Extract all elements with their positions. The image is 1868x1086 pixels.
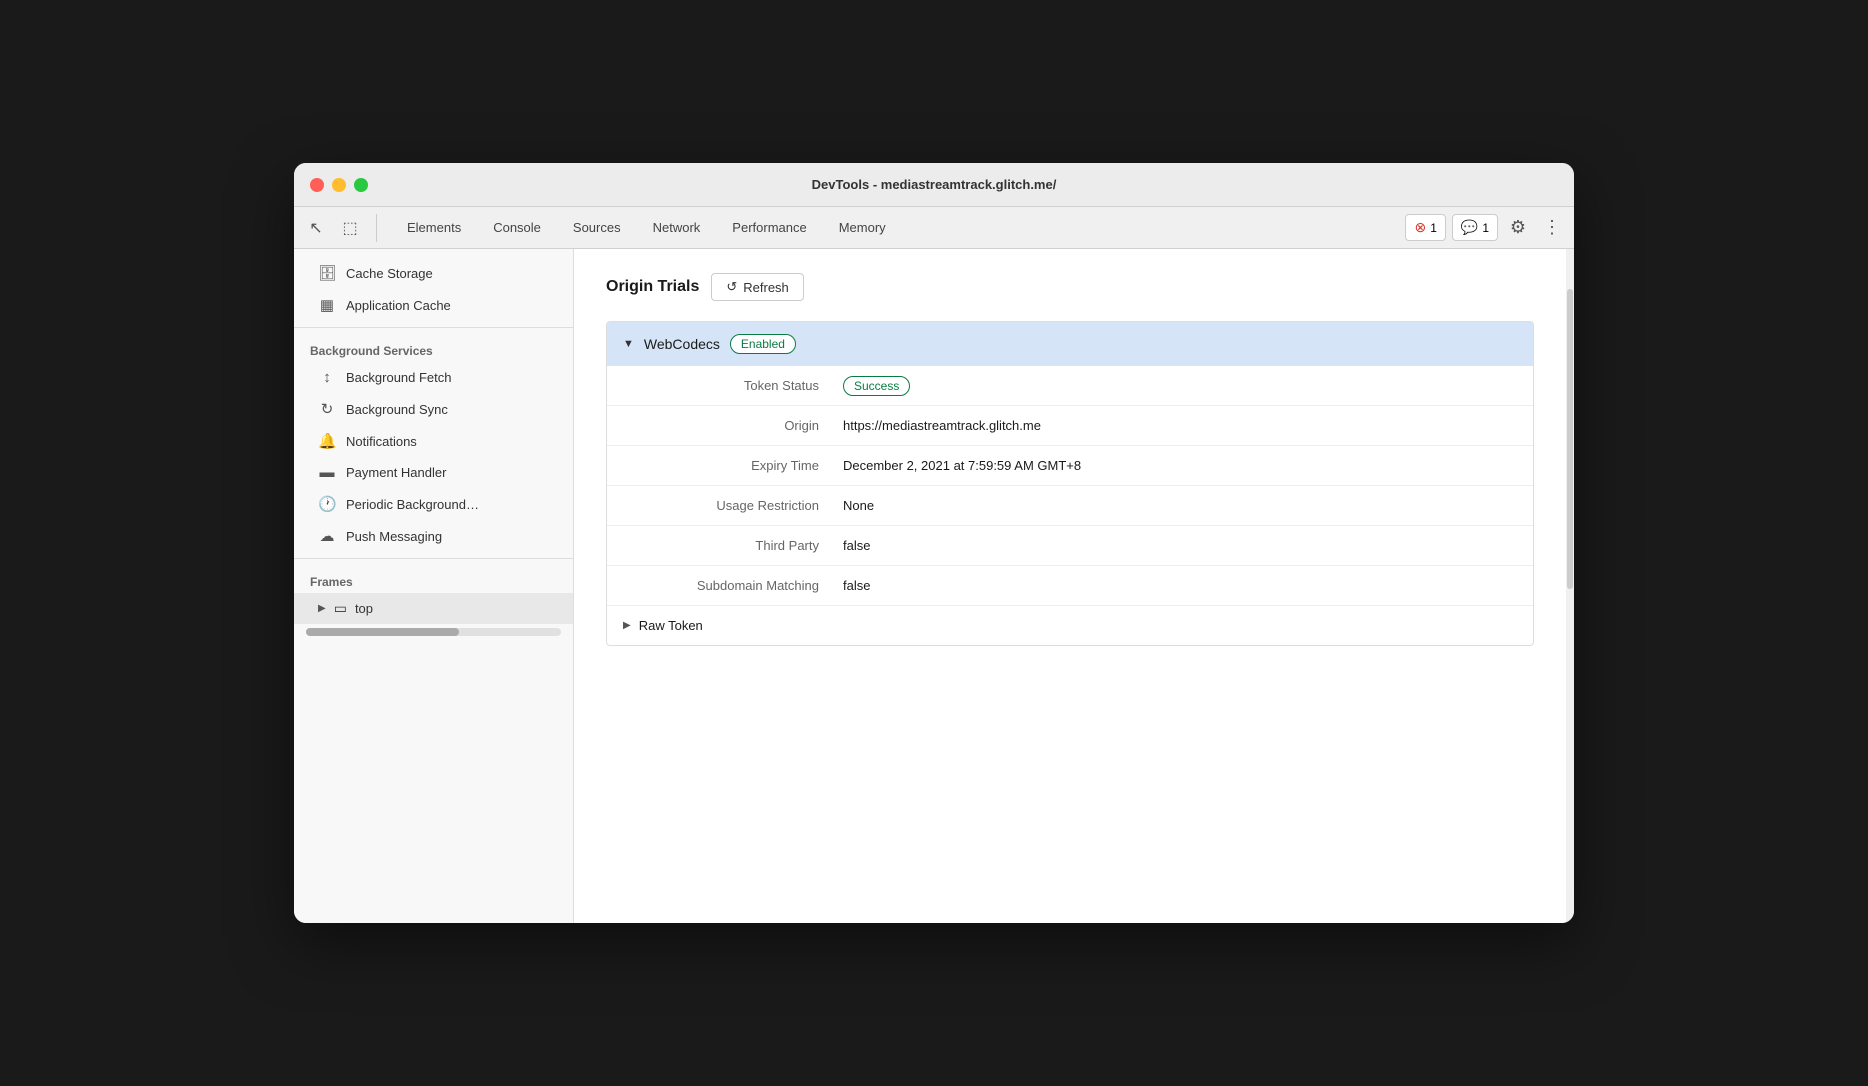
trial-header[interactable]: ▼ WebCodecs Enabled (607, 322, 1533, 366)
titlebar: DevTools - mediastreamtrack.glitch.me/ (294, 163, 1574, 207)
origin-label: Origin (623, 418, 843, 433)
sidebar-section-frames: Frames (294, 565, 573, 593)
sidebar-divider-2 (294, 558, 573, 559)
trial-name: WebCodecs (644, 336, 720, 352)
error-count: 1 (1430, 221, 1437, 235)
enabled-badge: Enabled (730, 334, 796, 354)
tab-network[interactable]: Network (639, 214, 715, 241)
content-scrollbar-thumb (1567, 289, 1573, 589)
sidebar-scrollbar-thumb (306, 628, 459, 636)
payment-icon: ▬ (318, 464, 336, 481)
settings-icon[interactable]: ⚙ (1504, 214, 1532, 242)
sidebar-scrollbar[interactable] (306, 628, 561, 636)
cloud-icon: ☁ (318, 527, 336, 545)
usage-restriction-value: None (843, 498, 1517, 513)
triangle-right-small-icon: ▶ (623, 620, 631, 631)
sidebar-label-background-sync: Background Sync (346, 402, 448, 417)
content-header: Origin Trials ↺ Refresh (606, 273, 1534, 301)
sidebar-item-notifications[interactable]: 🔔 Notifications (294, 425, 573, 457)
sidebar-label-notifications: Notifications (346, 434, 417, 449)
sidebar-section-background-services: Background Services (294, 334, 573, 362)
table-row: Third Party false (607, 525, 1533, 565)
tab-sources[interactable]: Sources (559, 214, 635, 241)
tab-right-controls: ⊗ 1 💬 1 ⚙ ⋮ (1405, 214, 1566, 242)
table-row: Expiry Time December 2, 2021 at 7:59:59 … (607, 445, 1533, 485)
table-row: Token Status Success (607, 366, 1533, 405)
info-icon: 💬 (1461, 219, 1478, 236)
origin-value: https://mediastreamtrack.glitch.me (843, 418, 1517, 433)
sidebar-item-periodic-background[interactable]: 🕐 Periodic Background… (294, 488, 573, 520)
sidebar-item-background-sync[interactable]: ↻ Background Sync (294, 393, 573, 425)
third-party-label: Third Party (623, 538, 843, 553)
sidebar-label-push-messaging: Push Messaging (346, 529, 442, 544)
tabbar: ↖ ⬚ Elements Console Sources Network Per… (294, 207, 1574, 249)
expiry-label: Expiry Time (623, 458, 843, 473)
more-icon[interactable]: ⋮ (1538, 214, 1566, 242)
error-badge-button[interactable]: ⊗ 1 (1405, 214, 1445, 241)
table-row: Usage Restriction None (607, 485, 1533, 525)
database-icon: 🗄 (318, 264, 336, 282)
sidebar-item-application-cache[interactable]: ▦ Application Cache (294, 289, 573, 321)
trial-data-rows: Token Status Success Origin https://medi… (607, 366, 1533, 645)
tab-console[interactable]: Console (479, 214, 555, 241)
subdomain-value: false (843, 578, 1517, 593)
error-icon: ⊗ (1414, 219, 1426, 236)
folder-icon: ▭ (334, 600, 347, 617)
token-status-value: Success (843, 378, 1517, 393)
third-party-value: false (843, 538, 1517, 553)
info-badge-button[interactable]: 💬 1 (1452, 214, 1498, 241)
close-button[interactable] (310, 178, 324, 192)
sidebar-label-application-cache: Application Cache (346, 298, 451, 313)
sidebar-item-frames-top[interactable]: ▶ ▭ top (294, 593, 573, 624)
refresh-label: Refresh (743, 280, 789, 295)
content-scrollbar[interactable] (1566, 249, 1574, 923)
clock-icon: 🕐 (318, 495, 336, 513)
sidebar-item-cache-storage[interactable]: 🗄 Cache Storage (294, 257, 573, 289)
info-count: 1 (1482, 221, 1489, 235)
triangle-right-icon: ▶ (318, 603, 326, 614)
devtools-window: DevTools - mediastreamtrack.glitch.me/ ↖… (294, 163, 1574, 923)
table-row: Origin https://mediastreamtrack.glitch.m… (607, 405, 1533, 445)
minimize-button[interactable] (332, 178, 346, 192)
success-badge: Success (843, 376, 910, 396)
devtools-icons: ↖ ⬚ (302, 214, 377, 242)
content-area: Origin Trials ↺ Refresh ▼ WebCodecs Enab… (574, 249, 1566, 923)
sync-icon: ↻ (318, 400, 336, 418)
subdomain-label: Subdomain Matching (623, 578, 843, 593)
raw-token-label: Raw Token (639, 618, 703, 633)
cursor-icon[interactable]: ↖ (302, 214, 330, 242)
grid-icon: ▦ (318, 296, 336, 314)
usage-restriction-label: Usage Restriction (623, 498, 843, 513)
token-status-label: Token Status (623, 378, 843, 393)
tab-performance[interactable]: Performance (718, 214, 820, 241)
refresh-button[interactable]: ↺ Refresh (711, 273, 803, 301)
tab-elements[interactable]: Elements (393, 214, 475, 241)
table-row: Subdomain Matching false (607, 565, 1533, 605)
sidebar-label-cache-storage: Cache Storage (346, 266, 433, 281)
sidebar-divider-1 (294, 327, 573, 328)
refresh-icon: ↺ (726, 279, 737, 295)
inspect-icon[interactable]: ⬚ (336, 214, 364, 242)
main-layout: 🗄 Cache Storage ▦ Application Cache Back… (294, 249, 1574, 923)
sidebar-label-background-fetch: Background Fetch (346, 370, 452, 385)
sidebar-item-payment-handler[interactable]: ▬ Payment Handler (294, 457, 573, 488)
sidebar-item-background-fetch[interactable]: ↕ Background Fetch (294, 362, 573, 393)
page-title: Origin Trials (606, 278, 699, 296)
triangle-down-icon: ▼ (623, 338, 634, 350)
trial-section: ▼ WebCodecs Enabled Token Status Success… (606, 321, 1534, 646)
raw-token-row[interactable]: ▶ Raw Token (607, 605, 1533, 645)
window-controls (310, 178, 368, 192)
tab-memory[interactable]: Memory (825, 214, 900, 241)
window-title: DevTools - mediastreamtrack.glitch.me/ (812, 177, 1057, 192)
expiry-value: December 2, 2021 at 7:59:59 AM GMT+8 (843, 458, 1517, 473)
fetch-icon: ↕ (318, 369, 336, 386)
sidebar-label-periodic-background: Periodic Background… (346, 497, 479, 512)
sidebar-item-push-messaging[interactable]: ☁ Push Messaging (294, 520, 573, 552)
frames-top-label: top (355, 601, 373, 616)
sidebar: 🗄 Cache Storage ▦ Application Cache Back… (294, 249, 574, 923)
sidebar-label-payment-handler: Payment Handler (346, 465, 446, 480)
maximize-button[interactable] (354, 178, 368, 192)
bell-icon: 🔔 (318, 432, 336, 450)
